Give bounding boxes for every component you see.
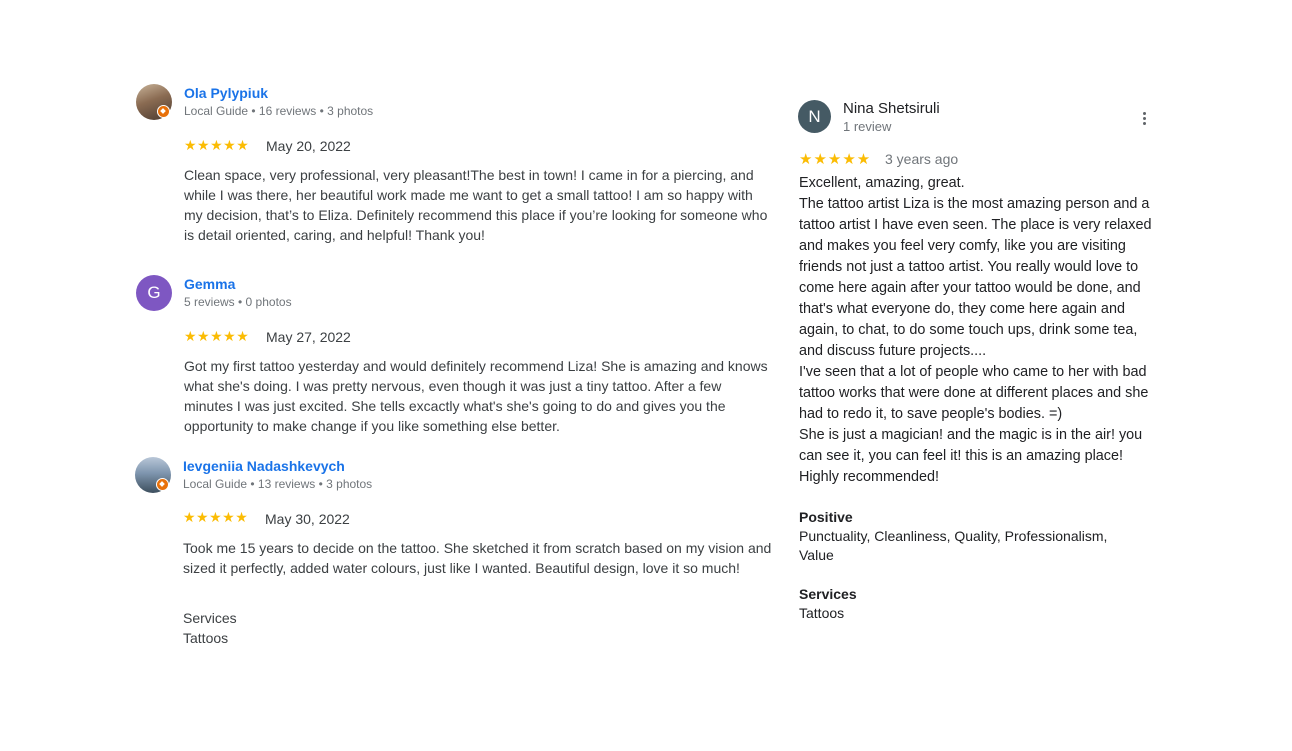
review-text: Clean space, very professional, very ple… xyxy=(184,167,768,243)
reviewer-meta: Local Guide • 13 reviews • 3 photos xyxy=(183,477,373,491)
review-date: May 30, 2022 xyxy=(265,511,350,527)
more-vert-icon[interactable] xyxy=(1136,109,1152,127)
review-text: Got my first tattoo yesterday and would … xyxy=(184,358,768,434)
review-text: Took me 15 years to decide on the tattoo… xyxy=(183,540,772,576)
services-label: Services xyxy=(183,610,237,626)
reviewer-meta: 5 reviews • 0 photos xyxy=(184,295,292,309)
avatar[interactable]: N xyxy=(798,100,831,133)
reviewer-name[interactable]: Gemma xyxy=(184,276,235,292)
review-date: May 20, 2022 xyxy=(266,138,351,154)
star-rating-icon: ★★★★★ xyxy=(183,509,249,525)
services-label: Services xyxy=(799,586,857,602)
services-value: Tattoos xyxy=(799,605,845,621)
local-guide-badge-icon xyxy=(156,478,169,491)
positive-label: Positive xyxy=(799,509,853,525)
star-rating-icon: ★★★★★ xyxy=(184,328,250,344)
local-guide-badge-icon xyxy=(157,105,170,118)
star-rating-icon: ★★★★★ xyxy=(184,137,250,153)
reviewer-name[interactable]: Ievgeniia Nadashkevych xyxy=(183,458,345,474)
reviewer-meta: 1 review xyxy=(843,119,892,134)
review-date: May 27, 2022 xyxy=(266,329,351,345)
reviewer-name[interactable]: Ola Pylypiuk xyxy=(184,85,268,101)
positive-value: Punctuality, Cleanliness, Quality, Profe… xyxy=(799,528,1108,563)
star-rating-icon: ★★★★★ xyxy=(799,151,872,168)
services-value: Tattoos xyxy=(183,630,229,646)
avatar[interactable]: G xyxy=(136,275,172,311)
reviewer-name[interactable]: Nina Shetsiruli xyxy=(843,100,940,117)
review-date: 3 years ago xyxy=(885,151,959,167)
review-text: Excellent, amazing, great. The tattoo ar… xyxy=(799,175,1152,485)
reviewer-meta: Local Guide • 16 reviews • 3 photos xyxy=(184,104,374,118)
